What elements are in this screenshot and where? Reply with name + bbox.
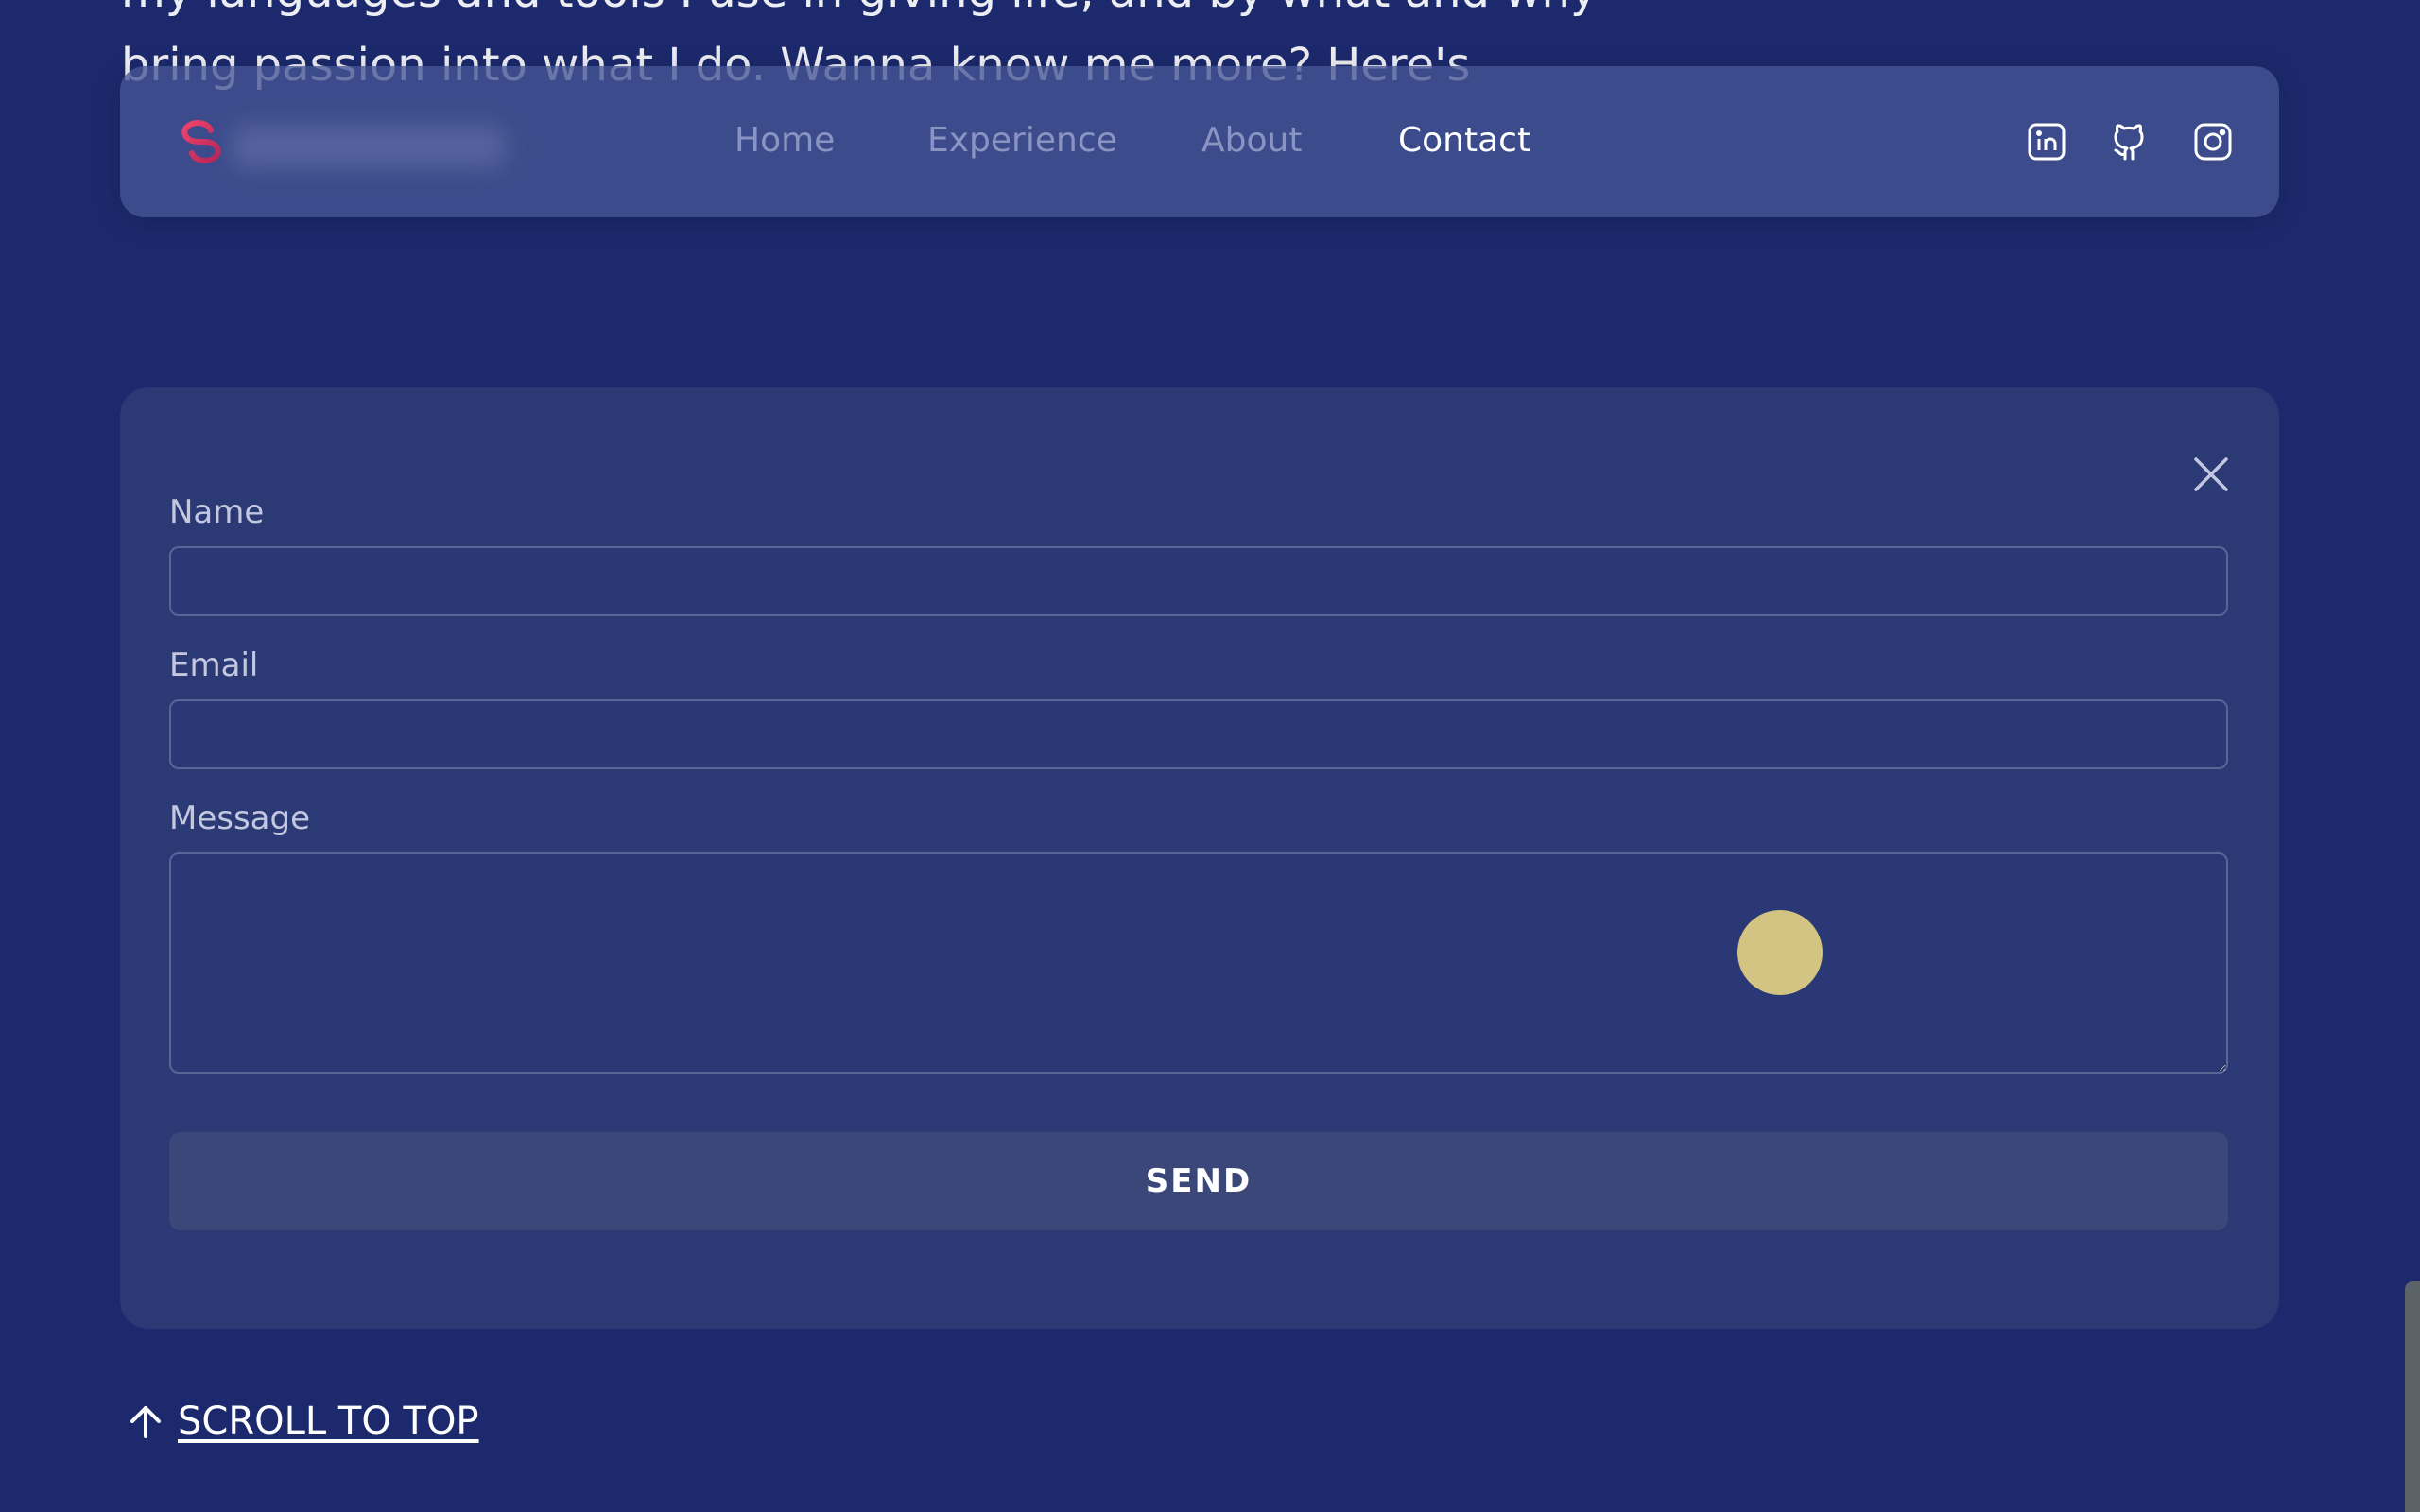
email-label: Email [169, 646, 259, 684]
navbar: Home Experience About Contact [120, 66, 2279, 217]
message-field[interactable] [169, 852, 2228, 1074]
scrollbar-track[interactable] [2401, 0, 2420, 1512]
github-icon[interactable] [2104, 115, 2157, 168]
email-field[interactable] [169, 699, 2228, 769]
nav-home-link[interactable]: Home [735, 119, 835, 163]
cursor-dot [1737, 910, 1823, 995]
page: my languages and tools I use in giving l… [0, 0, 2420, 1512]
linkedin-icon[interactable] [2020, 115, 2073, 168]
nav-contact-link[interactable]: Contact [1398, 119, 1530, 163]
instagram-icon[interactable] [2187, 115, 2239, 168]
contact-form-card: Name Email Message SEND [120, 387, 2279, 1329]
close-icon[interactable] [2181, 444, 2241, 505]
nav-about-link[interactable]: About [1201, 119, 1302, 163]
name-label: Name [169, 493, 265, 531]
nav-links: Home Experience About Contact [120, 66, 2279, 217]
message-label: Message [169, 799, 311, 837]
nav-experience-link[interactable]: Experience [927, 119, 1117, 163]
intro-line-1: my languages and tools I use in giving l… [121, 0, 2201, 28]
send-button[interactable]: SEND [169, 1132, 2228, 1230]
arrow-up-icon [130, 1406, 161, 1438]
scrollbar-thumb[interactable] [2405, 1281, 2420, 1512]
scroll-to-top-link[interactable]: SCROLL TO TOP [125, 1397, 479, 1446]
scroll-to-top-label: SCROLL TO TOP [178, 1400, 479, 1443]
name-field[interactable] [169, 546, 2228, 616]
